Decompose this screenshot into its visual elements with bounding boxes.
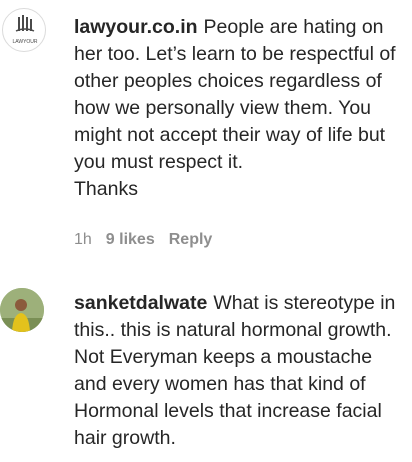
avatar[interactable]: LAWYOUR (2, 8, 46, 52)
comment-body-closing: Thanks (74, 178, 138, 200)
avatar[interactable] (0, 288, 44, 332)
comment-likes[interactable]: 9 likes (106, 231, 155, 248)
comment-body: People are hating on her too. Let’s lear… (74, 16, 396, 173)
comment-username[interactable]: lawyour.co.in (74, 16, 198, 38)
comment-text: sanketdalwate What is stereotype in this.… (74, 290, 408, 452)
comment-meta: 1h 9 likes Reply (74, 231, 226, 249)
comment-body: What is stereotype in this.. this is nat… (74, 292, 396, 449)
avatar-label: LAWYOUR (12, 39, 37, 45)
reply-button[interactable]: Reply (169, 231, 213, 248)
comment-username[interactable]: sanketdalwate (74, 292, 207, 314)
comment-text: lawyour.co.in People are hating on her to… (74, 14, 408, 203)
comment-time: 1h (74, 231, 92, 248)
lawyour-logo-icon: LAWYOUR (12, 15, 38, 45)
user-photo-icon (0, 288, 44, 332)
